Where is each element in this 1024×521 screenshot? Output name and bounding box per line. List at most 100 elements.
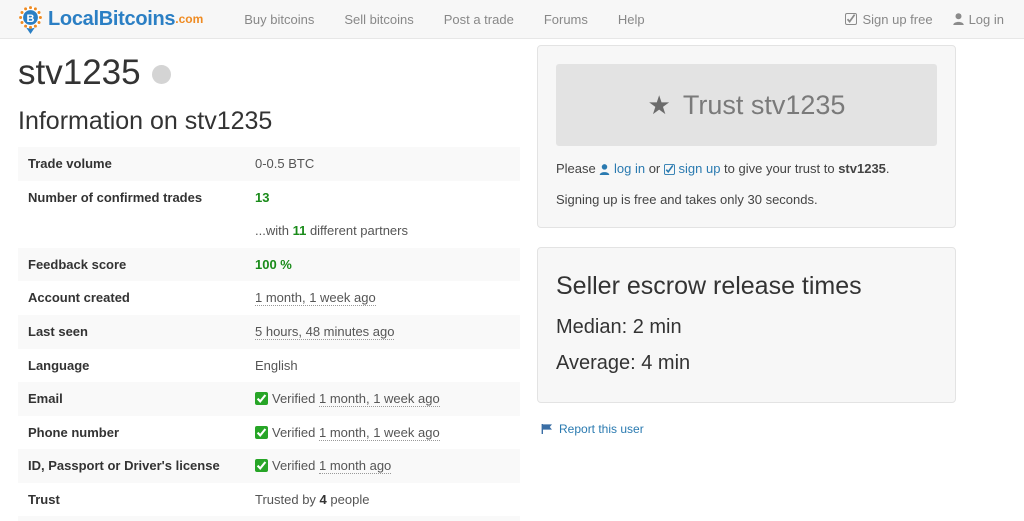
user-icon (952, 13, 964, 25)
log-in-link[interactable]: log in (614, 161, 645, 176)
nav-log-in[interactable]: Log in (943, 12, 1008, 27)
verified-label: Verified (272, 391, 316, 407)
trust-panel: ★ Trust stv1235 Please log in or sign up… (537, 45, 956, 228)
verified-check-icon (255, 392, 268, 406)
escrow-panel: Seller escrow release times Median: 2 mi… (537, 247, 956, 403)
row-label: Feedback score (18, 247, 245, 282)
last-seen-time[interactable]: 5 hours, 48 minutes ago (255, 323, 395, 340)
feedback-score-value: 100 % (255, 256, 292, 272)
trust-prefix: Trusted by (255, 491, 320, 507)
checkbox-check-icon (663, 164, 675, 176)
brand-tld: .com (175, 12, 204, 26)
brand-name: LocalBitcoins (48, 7, 176, 30)
row-label: Language (28, 357, 90, 373)
table-row: Email Verified 1 month, 1 week ago (18, 382, 520, 416)
please-text: Please (556, 161, 600, 176)
trust-period: . (885, 161, 890, 176)
escrow-median: Median: 2 min (556, 315, 682, 338)
table-row: Trust Trusted by 4 people (18, 483, 520, 517)
trust-user-button[interactable]: ★ Trust stv1235 (556, 64, 937, 146)
trust-user-button-label: Trust stv1235 (682, 89, 846, 120)
trust-text: to give your trust to (720, 161, 839, 176)
escrow-panel-title: Seller escrow release times (556, 272, 862, 300)
page-title: stv1235 (18, 51, 528, 95)
nav-links: Buy bitcoins Sell bitcoins Post a trade … (229, 12, 659, 27)
phone-verified-time[interactable]: 1 month, 1 week ago (319, 424, 440, 441)
nav-forums[interactable]: Forums (529, 12, 603, 27)
table-row: Blocks Blocked by 0 people (18, 516, 520, 521)
row-value: 1 month, 1 week ago (245, 281, 520, 315)
row-value: Verified 1 month ago (245, 449, 520, 483)
information-heading: Information on stv1235 (18, 106, 273, 135)
row-value: 100 % (245, 247, 520, 282)
star-icon: ★ (647, 90, 671, 120)
trust-suffix: people (326, 491, 370, 507)
table-row: Phone number Verified 1 month, 1 week ag… (18, 416, 520, 450)
table-row: ID, Passport or Driver's license Verifie… (18, 449, 520, 483)
escrow-average: Average: 4 min (556, 351, 691, 374)
user-icon (599, 164, 610, 176)
row-value: 0-0.5 BTC (245, 147, 520, 181)
table-row-partners: ...with 11 different partners (18, 214, 520, 248)
row-label: Trade volume (18, 147, 245, 181)
row-value-partners: ...with 11 different partners (245, 214, 520, 248)
row-value: Verified 1 month, 1 week ago (245, 416, 520, 450)
signup-free-note: Signing up is free and takes only 30 sec… (556, 191, 818, 207)
nav-log-in-label: Log in (968, 11, 1004, 27)
confirmed-trades-count: 13 (255, 189, 270, 205)
top-navbar: B LocalBitcoins .com Buy bitcoins Sell bi… (0, 0, 1024, 39)
table-row: Feedback score 100 % (18, 247, 520, 282)
nav-post-a-trade[interactable]: Post a trade (429, 12, 529, 27)
row-value: Blocked by 0 people (245, 516, 520, 521)
email-verified-time[interactable]: 1 month, 1 week ago (319, 391, 440, 408)
checkbox-check-icon (845, 13, 858, 25)
nav-sign-up-free-label: Sign up free (862, 11, 933, 27)
row-label: Account created (28, 290, 130, 306)
nav-sell-bitcoins[interactable]: Sell bitcoins (329, 12, 428, 27)
table-row: Language English (18, 349, 520, 383)
row-label-empty (18, 214, 245, 248)
partners-count: 11 (292, 223, 307, 239)
verified-check-icon (255, 459, 268, 473)
row-value: English (255, 357, 298, 373)
verified-label: Verified (272, 458, 316, 474)
row-value: Verified 1 month, 1 week ago (245, 382, 520, 416)
localbitcoins-pin-logo-icon: B (18, 5, 43, 35)
profile-username: stv1235 (18, 53, 141, 92)
verified-label: Verified (272, 424, 316, 440)
nav-help[interactable]: Help (603, 12, 660, 27)
row-value: Trusted by 4 people (245, 483, 520, 517)
report-user-row: Report this user (537, 422, 956, 436)
trust-login-prompt: Please log in or sign up to give your tr… (556, 159, 937, 179)
id-verified-time[interactable]: 1 month ago (319, 458, 392, 475)
sign-up-link[interactable]: sign up (679, 161, 721, 176)
report-this-user-link[interactable]: Report this user (559, 422, 644, 436)
row-value: 5 hours, 48 minutes ago (245, 314, 520, 349)
online-status-dot-icon (151, 65, 171, 85)
row-label: Last seen (18, 314, 245, 349)
table-row: Number of confirmed trades 13 (18, 181, 520, 215)
row-label: Email (18, 382, 245, 416)
nav-buy-bitcoins[interactable]: Buy bitcoins (229, 12, 329, 27)
partners-prefix: ...with (255, 223, 293, 239)
account-created-time[interactable]: 1 month, 1 week ago (255, 290, 376, 307)
table-row: Trade volume 0-0.5 BTC (18, 147, 520, 181)
brand-logo-link[interactable]: B LocalBitcoins .com (18, 5, 203, 34)
row-label: Blocks (18, 516, 245, 521)
svg-text:B: B (27, 13, 35, 25)
nav-account-actions: Sign up free Log in (835, 0, 1008, 38)
row-label: ID, Passport or Driver's license (18, 449, 245, 483)
or-text: or (645, 161, 664, 176)
nav-sign-up-free[interactable]: Sign up free (835, 12, 942, 27)
row-label: Phone number (28, 424, 120, 440)
verified-check-icon (255, 425, 268, 439)
row-value: 13 (245, 181, 520, 215)
partners-suffix: different partners (306, 223, 408, 239)
table-row: Last seen 5 hours, 48 minutes ago (18, 314, 520, 349)
profile-sidebar: ★ Trust stv1235 Please log in or sign up… (537, 45, 956, 436)
row-label: Number of confirmed trades (28, 189, 203, 205)
flag-icon (541, 423, 553, 435)
profile-main-column: stv1235 Information on stv1235 Trade vol… (18, 51, 528, 521)
row-label: Trust (28, 491, 60, 507)
profile-info-table: Trade volume 0-0.5 BTC Number of confirm… (18, 147, 520, 521)
